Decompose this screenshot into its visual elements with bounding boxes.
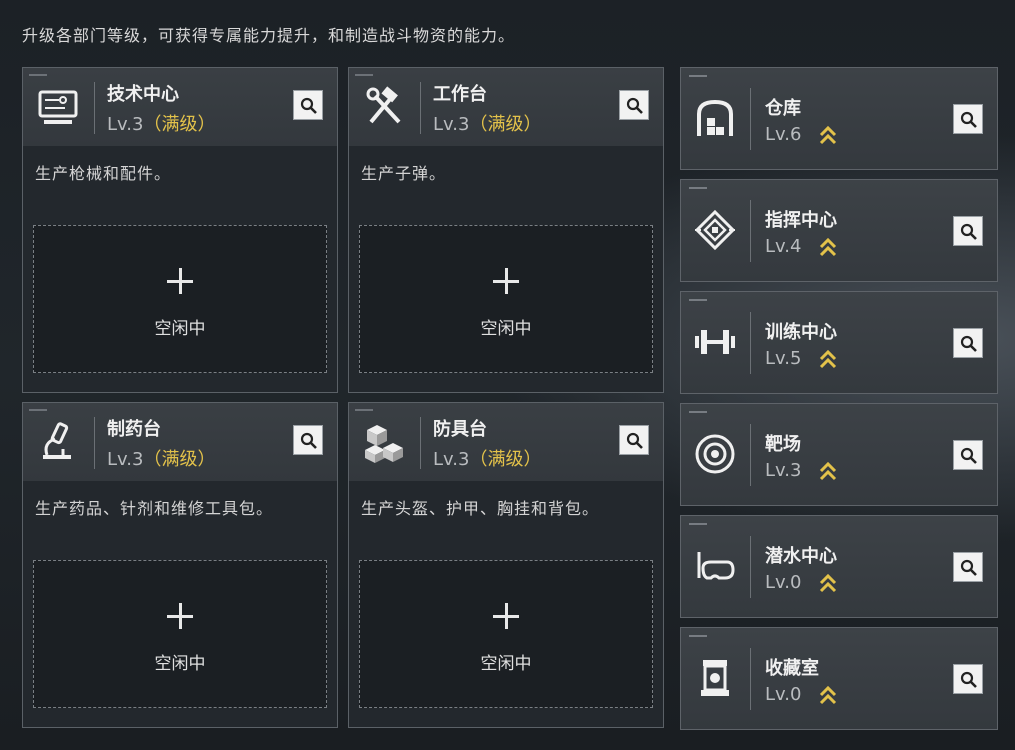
command-chip-icon [694, 209, 736, 251]
search-icon [960, 559, 977, 576]
workshop-name: 防具台 [433, 419, 487, 440]
diving-mask-icon [697, 552, 735, 580]
workshop-level: Lv.3（满级） [433, 449, 542, 470]
upgrade-chevron-icon [819, 685, 837, 705]
workshop-card-workbench[interactable]: 工作台 Lv.3（满级） 生产子弹。 空闲中 [348, 67, 664, 393]
search-icon [626, 432, 643, 449]
facility-level: Lv.3 [765, 460, 802, 481]
workshop-level: Lv.3（满级） [433, 114, 542, 135]
slot-status: 空闲中 [480, 319, 532, 339]
plus-icon [493, 603, 519, 629]
facility-card-shooting-range[interactable]: 靶场 Lv.3 [680, 403, 998, 506]
workshop-level: Lv.3（满级） [107, 114, 216, 135]
search-button[interactable] [293, 425, 323, 455]
production-description: 生产子弹。 [361, 164, 447, 183]
warehouse-icon [697, 99, 733, 136]
slot-status: 空闲中 [154, 319, 206, 339]
slot-status: 空闲中 [480, 654, 532, 674]
production-slot[interactable]: 空闲中 [33, 560, 327, 708]
search-button[interactable] [293, 90, 323, 120]
search-button[interactable] [953, 216, 983, 246]
display-case-icon [701, 660, 729, 696]
search-button[interactable] [619, 90, 649, 120]
production-description: 生产药品、针剂和维修工具包。 [35, 499, 274, 518]
search-icon [960, 447, 977, 464]
microscope-icon [43, 422, 71, 459]
plus-icon [167, 268, 193, 294]
facility-card-training-center[interactable]: 训练中心 Lv.5 [680, 291, 998, 394]
card-header: 防具台 Lv.3（满级） [349, 403, 663, 481]
facility-card-warehouse[interactable]: 仓库 Lv.6 [680, 67, 998, 170]
search-button[interactable] [953, 104, 983, 134]
plus-icon [167, 603, 193, 629]
production-slot[interactable]: 空闲中 [359, 225, 653, 373]
facility-level: Lv.0 [765, 572, 802, 593]
workshop-card-pharmacy[interactable]: 制药台 Lv.3（满级） 生产药品、针剂和维修工具包。 空闲中 [22, 402, 338, 728]
facility-name: 指挥中心 [765, 210, 837, 231]
facility-card-collection-room[interactable]: 收藏室 Lv.0 [680, 627, 998, 730]
search-button[interactable] [953, 552, 983, 582]
facility-card-command-center[interactable]: 指挥中心 Lv.4 [680, 179, 998, 282]
facility-card-diving-center[interactable]: 潜水中心 Lv.0 [680, 515, 998, 618]
max-level-label: （满级） [143, 114, 216, 135]
max-level-label: （满级） [143, 449, 216, 470]
computer-icon [38, 90, 78, 124]
workshop-name: 工作台 [433, 84, 487, 105]
max-level-label: （满级） [469, 449, 542, 470]
production-slot[interactable]: 空闲中 [33, 225, 327, 373]
search-icon [960, 111, 977, 128]
card-header: 工作台 Lv.3（满级） [349, 68, 663, 146]
upgrade-chevron-icon [819, 125, 837, 145]
facility-name: 潜水中心 [765, 546, 837, 567]
workshop-card-armor-bench[interactable]: 防具台 Lv.3（满级） 生产头盔、护甲、胸挂和背包。 空闲中 [348, 402, 664, 728]
facility-name: 收藏室 [765, 658, 819, 679]
facility-level: Lv.4 [765, 236, 802, 257]
page-description: 升级各部门等级，可获得专属能力提升，和制造战斗物资的能力。 [22, 26, 516, 45]
max-level-label: （满级） [469, 114, 542, 135]
search-button[interactable] [953, 440, 983, 470]
facility-level: Lv.0 [765, 684, 802, 705]
dumbbell-icon [695, 330, 735, 354]
search-icon [960, 335, 977, 352]
production-description: 生产枪械和配件。 [35, 164, 172, 183]
search-icon [626, 97, 643, 114]
search-icon [300, 97, 317, 114]
cubes-icon [365, 425, 403, 463]
search-icon [960, 223, 977, 240]
hammer-wrench-icon [366, 86, 401, 124]
facility-level: Lv.6 [765, 124, 802, 145]
production-description: 生产头盔、护甲、胸挂和背包。 [361, 499, 600, 518]
search-button[interactable] [619, 425, 649, 455]
production-slot[interactable]: 空闲中 [359, 560, 653, 708]
workshop-card-tech-center[interactable]: 技术中心 Lv.3（满级） 生产枪械和配件。 空闲中 [22, 67, 338, 393]
upgrade-chevron-icon [819, 349, 837, 369]
facility-name: 仓库 [765, 98, 801, 119]
workshop-name: 技术中心 [107, 84, 179, 105]
target-icon [695, 434, 735, 474]
facility-level: Lv.5 [765, 348, 802, 369]
search-icon [960, 671, 977, 688]
facility-name: 靶场 [765, 434, 801, 455]
card-header: 技术中心 Lv.3（满级） [23, 68, 337, 146]
facility-name: 训练中心 [765, 322, 837, 343]
plus-icon [493, 268, 519, 294]
upgrade-chevron-icon [819, 237, 837, 257]
workshop-name: 制药台 [107, 419, 161, 440]
workshop-level: Lv.3（满级） [107, 449, 216, 470]
search-icon [300, 432, 317, 449]
slot-status: 空闲中 [154, 654, 206, 674]
upgrade-chevron-icon [819, 573, 837, 593]
search-button[interactable] [953, 328, 983, 358]
search-button[interactable] [953, 664, 983, 694]
upgrade-chevron-icon [819, 461, 837, 481]
card-header: 制药台 Lv.3（满级） [23, 403, 337, 481]
